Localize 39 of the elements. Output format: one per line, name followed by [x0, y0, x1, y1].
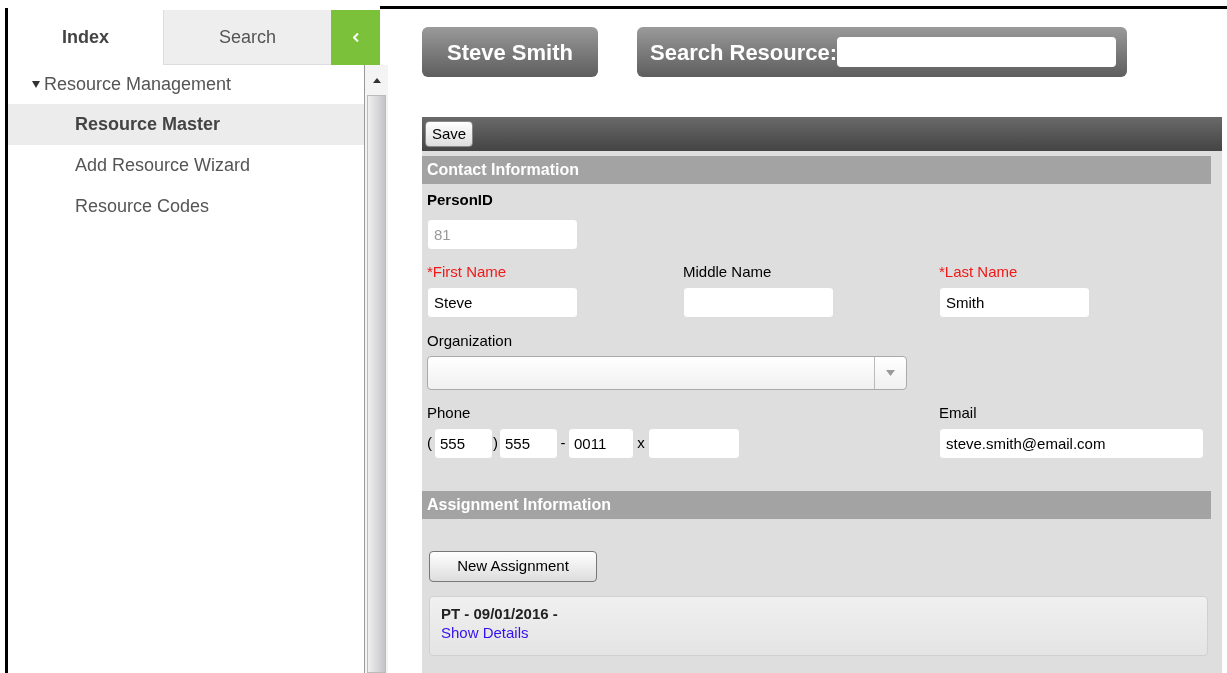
phone-separator: x [636, 433, 646, 454]
phone-separator: - [559, 433, 567, 454]
new-assignment-button[interactable]: New Assignment [429, 551, 597, 582]
field-label: *First Name [427, 262, 508, 281]
field-label: Email [939, 403, 978, 422]
search-field[interactable] [837, 37, 1116, 67]
scroll-up-icon[interactable] [372, 77, 381, 83]
field-label: Organization [427, 331, 514, 350]
input-field[interactable]: Steve [427, 287, 578, 318]
input-field[interactable]: steve.smith@email.com [939, 428, 1204, 459]
expanded-triangle-icon[interactable] [32, 81, 40, 88]
search-label: Search Resource: [650, 38, 838, 67]
phone-separator: ) [493, 433, 499, 454]
user-button[interactable]: Steve Smith [422, 27, 598, 77]
input-field[interactable]: Smith [939, 287, 1090, 318]
section-header: Assignment Information [422, 491, 1211, 519]
input-field[interactable]: 0011 [568, 428, 634, 459]
tree-item[interactable]: Resource Codes [8, 186, 364, 227]
input-field[interactable] [683, 287, 834, 318]
tree-item[interactable]: Resource Master [8, 104, 364, 145]
field-label: PersonID [427, 190, 494, 210]
tree-item[interactable]: Add Resource Wizard [8, 145, 364, 186]
section-header: Contact Information [422, 156, 1211, 184]
organization-dropdown[interactable] [427, 356, 907, 390]
save-button[interactable]: Save [425, 121, 474, 147]
chevron-left-icon [352, 33, 359, 42]
scrollbar[interactable] [364, 65, 388, 673]
dropdown-caret-icon [886, 370, 895, 376]
input-field[interactable]: 555 [499, 428, 558, 459]
phone-separator: ( [427, 433, 433, 454]
tab[interactable]: Search [163, 10, 331, 65]
tree-item[interactable]: Resource Management [44, 71, 232, 98]
assignment-title: PT - 09/01/2016 - [441, 605, 558, 623]
show-details-link[interactable]: Show Details [441, 623, 529, 643]
input-field[interactable]: 555 [434, 428, 493, 459]
input-field[interactable] [648, 428, 740, 459]
field-label: Phone [427, 403, 472, 422]
field-label: Middle Name [683, 262, 773, 281]
field-label: *Last Name [939, 262, 1019, 281]
